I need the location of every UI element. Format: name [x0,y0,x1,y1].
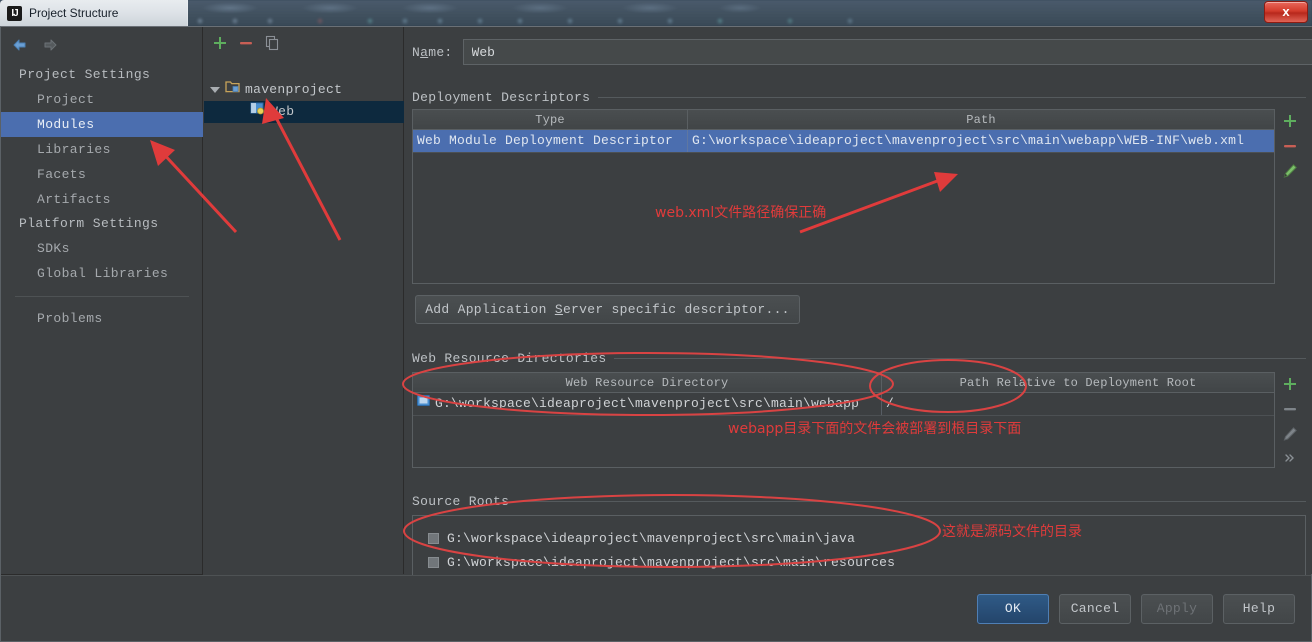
arrow-forward-icon [41,36,59,54]
table-header-row: Web Resource Directory Path Relative to … [413,373,1274,393]
sidebar-item-facets[interactable]: Facets [1,162,203,187]
section-rule [598,96,1306,98]
table-row[interactable]: Web Module Deployment Descriptor G:\work… [413,130,1274,152]
chevron-double-right-icon [1282,451,1298,463]
web-resource-directories-section-header: Web Resource Directories [412,350,1306,366]
plus-icon[interactable] [1282,376,1298,392]
module-tree-body: mavenproject Web [204,79,404,123]
sidebar-item-modules[interactable]: Modules [1,112,203,137]
cancel-button[interactable]: Cancel [1059,594,1131,624]
sidebar-group-platform-settings: Platform Settings [19,216,159,231]
source-root-path: G:\workspace\ideaproject\mavenproject\sr… [447,530,856,546]
minus-icon[interactable] [238,35,254,51]
section-title: Deployment Descriptors [412,89,591,105]
column-header-web-resource-directory[interactable]: Web Resource Directory [413,373,881,392]
source-root-path: G:\workspace\ideaproject\mavenproject\sr… [447,554,896,570]
window-title-plate: IJ Project Structure [0,0,188,26]
module-folder-icon [225,79,240,101]
cell-text: G:\workspace\ideaproject\mavenproject\sr… [435,396,860,411]
web-facet-icon [250,101,265,123]
add-application-server-descriptor-button[interactable]: Add Application Server specific descript… [415,295,800,324]
checkbox-icon[interactable] [428,532,439,544]
table-row[interactable]: G:\workspace\ideaproject\mavenproject\sr… [413,393,1274,415]
checkbox-icon[interactable] [428,556,439,568]
sidebar-item-project[interactable]: Project [1,87,203,112]
column-header-path[interactable]: Path [687,110,1274,129]
sidebar-item-global-libraries[interactable]: Global Libraries [1,261,203,286]
list-item[interactable]: G:\workspace\ideaproject\mavenproject\sr… [413,526,1305,550]
arrow-back-icon[interactable] [11,36,29,54]
sidebar-list: Project Settings Project Modules Librari… [1,63,203,331]
apply-button: Apply [1141,594,1213,624]
intellij-idea-icon: IJ [7,5,22,21]
sidebar-item-artifacts[interactable]: Artifacts [1,187,203,212]
section-title: Source Roots [412,493,510,509]
module-tree-toolbar [212,31,280,55]
row-divider [413,415,1274,416]
pencil-icon[interactable] [1282,163,1298,179]
deployment-descriptors-table: Type Path Web Module Deployment Descript… [412,109,1275,284]
module-detail-panel: Name: Deployment Descriptors Type Path W… [405,27,1312,594]
dialog-footer: OK Cancel Apply Help [1,575,1311,641]
window-titlebar: IJ Project Structure x [0,0,1312,26]
close-icon[interactable]: x [1264,1,1308,23]
copy-icon[interactable] [264,35,280,51]
sidebar-item-problems[interactable]: Problems [1,306,203,331]
cell-web-resource-directory: G:\workspace\ideaproject\mavenproject\sr… [413,393,881,415]
navigation-arrows [11,32,59,58]
help-button[interactable]: Help [1223,594,1295,624]
minus-icon[interactable] [1282,138,1298,154]
cell-relative-path: / [881,393,1274,415]
project-structure-dialog: Project Settings Project Modules Librari… [0,26,1312,642]
column-header-type[interactable]: Type [413,110,687,129]
plus-icon[interactable] [1282,113,1298,129]
window-title: Project Structure [29,6,119,20]
list-item[interactable]: G:\workspace\ideaproject\mavenproject\sr… [413,550,1305,574]
sidebar-divider [15,296,189,297]
module-tree-pane: mavenproject Web [204,27,404,574]
deployment-descriptors-side-toolbar [1279,113,1301,179]
deployment-descriptors-section-header: Deployment Descriptors [412,89,1306,105]
section-rule [517,500,1306,502]
cell-path: G:\workspace\ideaproject\mavenproject\sr… [687,130,1274,152]
row-divider [413,152,1274,153]
tree-node-label: mavenproject [245,82,343,97]
section-title: Web Resource Directories [412,350,607,366]
web-resource-directories-side-toolbar [1279,376,1301,463]
settings-sidebar: Project Settings Project Modules Librari… [1,27,203,574]
module-name-row: Name: [412,39,1312,65]
table-header-row: Type Path [413,110,1274,130]
cell-type: Web Module Deployment Descriptor [417,133,674,148]
section-rule [614,357,1306,359]
plus-icon[interactable] [212,35,228,51]
minus-icon [1282,401,1298,417]
web-resource-directories-table: Web Resource Directory Path Relative to … [412,372,1275,468]
sidebar-item-libraries[interactable]: Libraries [1,137,203,162]
source-roots-section-header: Source Roots [412,493,1306,509]
tree-node-label: Web [270,104,295,119]
dialog-button-row: OK Cancel Apply Help [977,594,1295,624]
pencil-icon [1282,426,1298,442]
chevron-down-icon[interactable] [209,85,220,96]
tree-node-mavenproject[interactable]: mavenproject [204,79,404,101]
tree-node-web[interactable]: Web [204,101,404,123]
sidebar-group-project-settings: Project Settings [19,67,151,82]
column-header-path-relative-to-deployment-root[interactable]: Path Relative to Deployment Root [881,373,1274,392]
ok-button[interactable]: OK [977,594,1049,624]
folder-blue-icon [417,393,430,415]
sidebar-item-sdks[interactable]: SDKs [1,236,203,261]
module-name-label: Name: [412,44,453,60]
module-name-input[interactable] [462,39,1312,65]
